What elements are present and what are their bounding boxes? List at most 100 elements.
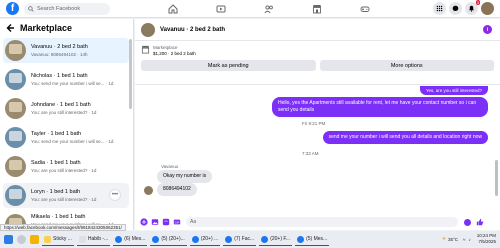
info-icon[interactable]: i [483,25,492,34]
chat-header: Vavanuu · 2 bed 2 bath i [135,19,500,41]
friends-icon [264,5,273,14]
sticker-icon[interactable] [162,218,170,226]
taskbar-item[interactable]: (20+) F... [259,233,293,246]
taskbar-item[interactable]: (20+) ... [189,233,221,246]
emoji-icon[interactable] [464,218,471,226]
profile-avatar[interactable] [481,2,494,15]
chat-panel: Vavanuu · 2 bed 2 bath i Marketplace $1,… [135,19,500,230]
back-arrow-icon[interactable] [5,23,15,33]
conversation-item[interactable]: Sadia · 1 bed 1 bath You: are you still i… [3,154,129,179]
conversation-name: Johndane · 1 bed 1 bath [31,102,91,108]
system-clock[interactable]: 10:24 PM 7/5/2025 [477,233,496,245]
notifications-button[interactable]: 3 [465,0,480,15]
conversation-preview: You: are you still interested? · 1d [31,110,97,115]
facebook-logo[interactable]: f [6,2,19,15]
taskbar-item[interactable]: (6) Mes... [113,233,148,246]
conversation-item[interactable]: Tayler · 1 bed 1 bath You: send me your n… [3,125,129,150]
notification-badge: 3 [475,0,480,5]
conversation-item[interactable]: Nicholas · 1 bed 1 bath You: send me your… [3,67,129,92]
taskbar-item-label: Sticky ... [53,236,72,242]
message-bubble-incoming[interactable]: 8086494102 [157,183,197,196]
contact-name[interactable]: Vavanuu · 2 bed 2 bath [160,27,225,33]
mark-as-pending-button[interactable]: Mark as pending [141,60,316,71]
sender-avatar [144,186,153,195]
search-icon [28,5,34,12]
marketplace-sidebar: Marketplace Vavanuu · 2 bed 2 bath Vavanu… [0,19,134,230]
document-icon [78,235,86,243]
chat-scrollbar[interactable] [495,160,498,196]
conversation-preview: You: send me your number i will se... · … [31,81,114,86]
conversation-avatar [5,156,26,177]
chrome-icon [191,235,199,243]
menu-button[interactable] [433,2,446,15]
more-options-icon[interactable]: ••• [109,189,121,201]
marketplace-listing-panel: Marketplace $1,200 · 2 bed 2 bath Mark a… [135,41,500,85]
nav-video[interactable] [203,0,239,18]
weather-temperature[interactable]: 35°C [448,237,458,242]
system-tray: ☀ 35°C ≈ ♪ 10:24 PM 7/5/2025 [442,233,496,245]
message-timestamp: Fri 9:21 PM [302,121,326,126]
conversation-name: Sadia · 1 bed 1 bath [31,160,81,166]
message-bubble-outgoing[interactable]: Hello, yes the Apartments still availabl… [272,97,488,117]
wifi-icon[interactable]: ≈ [463,237,465,242]
marketplace-icon [313,5,321,14]
search-input[interactable]: Search Facebook [24,2,110,15]
taskbar-item[interactable]: (5) Mes... [295,233,330,246]
conversation-avatar [5,98,26,119]
gaming-icon [360,6,370,12]
volume-icon[interactable]: ♪ [468,237,470,242]
windows-start-icon[interactable] [4,235,13,244]
chrome-icon [152,235,160,243]
nav-gaming[interactable] [347,0,383,18]
conversation-item[interactable]: Loryn · 1 bed 1 bath You: are you still i… [3,183,129,208]
taskbar-item-label: (7) Fac... [234,236,255,242]
top-right-actions: 3 [433,0,494,15]
plus-circle-icon[interactable] [140,218,148,226]
message-bubble-outgoing[interactable]: Yes, are you still interested? [419,86,488,95]
taskbar-item[interactable]: Habib -... [76,233,111,246]
nav-marketplace[interactable] [299,0,335,18]
marketplace-label: Marketplace [153,45,178,50]
message-timestamp: 7:33 AM [302,151,319,156]
video-icon [216,5,226,13]
nav-home[interactable] [155,0,191,18]
grid-menu-icon [436,5,443,12]
nav-friends[interactable] [251,0,287,18]
weather-icon[interactable]: ☀ [442,236,446,242]
message-bubble-outgoing[interactable]: send me your number i will send you all … [322,131,488,144]
conversation-item[interactable]: Vavanuu · 2 bed 2 bath Vavanuu: 808649410… [3,38,129,63]
conversation-avatar [5,69,26,90]
clock-date: 7/5/2025 [478,239,496,244]
conversation-item[interactable]: Johndane · 1 bed 1 bath You: are you stil… [3,96,129,121]
image-icon[interactable] [151,218,159,226]
gif-icon[interactable]: GIF [173,218,181,226]
conversation-avatar [5,185,26,206]
file-explorer-icon[interactable] [30,235,39,244]
taskbar-item-label: (20+) ... [200,236,219,242]
conversation-name: Nicholas · 1 bed 1 bath [31,73,88,79]
conversation-preview: You: send me your number i will se... · … [31,139,114,144]
message-bubble-incoming[interactable]: Okay my number is [157,170,213,183]
message-composer: GIF Aa [135,214,500,230]
taskbar-search-icon[interactable] [17,235,26,244]
more-options-button[interactable]: More options [319,60,494,71]
taskbar-item[interactable]: (5) (20+)... [150,233,187,246]
chrome-icon [115,235,123,243]
sidebar-title: Marketplace [20,23,73,33]
taskbar-item-label: (20+) F... [270,236,291,242]
messenger-button[interactable] [449,2,462,15]
conversation-preview: Vavanuu: 8086494102 · 14h [31,52,88,57]
message-input[interactable]: Aa [186,217,458,227]
contact-avatar[interactable] [141,22,155,37]
conversation-name: Mikaela · 1 bed 1 bath [31,214,86,220]
facebook-window: f Search Facebook 3 Marketplace Vavanuu … [0,0,500,248]
taskbar-item[interactable]: (7) Fac... [223,233,257,246]
conversation-avatar [5,127,26,148]
taskbar-item-label: Habib -... [87,236,109,242]
thumbs-up-icon[interactable] [476,218,484,226]
listing-title[interactable]: $1,200 · 2 bed 2 bath [153,51,196,56]
taskbar-item[interactable]: Sticky ... [42,233,74,246]
link-status-url: https://web.facebook.com/messages/t/9918… [0,224,126,231]
windows-taskbar: Sticky ... Habib -... (6) Mes... (5) (20… [0,231,500,248]
sidebar-scrollbar[interactable] [129,39,132,109]
